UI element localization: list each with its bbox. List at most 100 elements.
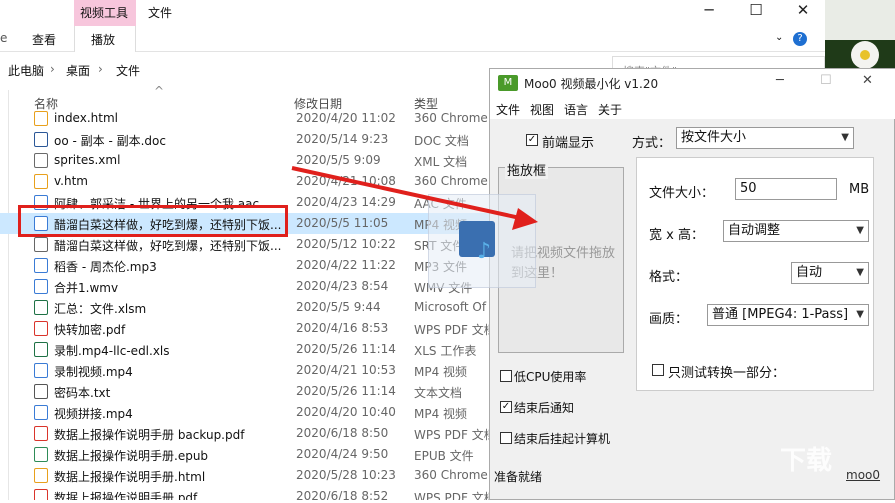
file-row[interactable]: 稻香 - 周杰伦.mp32020/4/22 11:22MP3 文件 — [0, 255, 490, 276]
watermark: 下载 — [780, 446, 833, 476]
file-type: 360 Chrome — [414, 111, 488, 125]
file-name: 合并1.wmv — [54, 281, 119, 295]
pdf-icon — [34, 426, 48, 441]
format-select[interactable]: 自动 ▼ — [791, 262, 869, 284]
format-label: 格式： — [649, 270, 689, 285]
file-row[interactable]: 醋溜白菜这样做，好吃到爆，还特别下饭... 2020/5/12 10:22 SRT … — [0, 234, 490, 255]
file-row[interactable]: 汇总：文件.xlsm 2020/5/5 9:44 Microsoft Of — [0, 297, 490, 318]
wh-select[interactable]: 自动调整 ▼ — [723, 220, 869, 242]
moo0-logo-icon: M — [498, 75, 518, 91]
file-row[interactable]: 视频拼接.mp4 2020/4/20 10:40 MP4 视频 — [0, 402, 490, 423]
minimize-button[interactable]: ─ — [686, 0, 732, 22]
breadcrumb-folder[interactable]: 文件 — [116, 62, 140, 79]
method-select[interactable]: 按文件大小 ▼ — [676, 127, 854, 149]
breadcrumb-desktop[interactable]: 桌面 — [66, 62, 90, 79]
menu-file[interactable]: 文件 — [496, 101, 520, 118]
file-row[interactable]: sprites.xml 2020/5/5 9:09 XML 文档 — [0, 150, 490, 171]
chrome-icon — [34, 111, 48, 126]
file-date: 2020/5/28 10:23 — [296, 468, 396, 482]
file-type: DOC 文档 — [414, 134, 469, 148]
tab-view[interactable]: 查看 — [32, 31, 56, 48]
file-row[interactable]: index.html 2020/4/20 11:02 360 Chrome — [0, 108, 490, 129]
file-date: 2020/4/20 11:02 — [296, 111, 396, 125]
test-part-checkbox[interactable] — [652, 364, 664, 376]
breadcrumb-this-pc[interactable]: 此电脑 — [8, 62, 44, 79]
file-date: 2020/4/21 10:08 — [296, 174, 396, 188]
file-date: 2020/4/16 8:53 — [296, 321, 389, 335]
file-name: index.html — [54, 111, 118, 125]
file-row[interactable]: 合并1.wmv 2020/4/23 8:54 WMV 文件 — [0, 276, 490, 297]
file-row[interactable]: 录制.mp4-llc-edl.xls 2020/5/26 11:14 XLS 工作表 — [0, 339, 490, 360]
file-row[interactable]: 数据上报操作说明手册.pdf 2020/6/18 8:52 WPS PDF 文档 — [0, 486, 496, 500]
menu-view[interactable]: 视图 — [530, 101, 554, 118]
highlight-box — [18, 205, 288, 237]
file-name: 密码本.txt — [54, 386, 111, 400]
settings-panel: 文件大小： 50 MB 宽 x 高： 自动调整 ▼ 格式： 自动 ▼ 画质： 普通 … — [636, 157, 874, 391]
suspend-end-label: 结束后挂起计算机 — [514, 432, 611, 446]
file-date: 2020/4/23 8:54 — [296, 279, 389, 293]
method-label: 方式： — [632, 136, 672, 151]
chevron-right-icon: › — [50, 62, 55, 76]
sort-up-icon: ^ — [154, 84, 165, 98]
close-button[interactable]: ✕ — [780, 0, 825, 22]
file-type: 文本文档 — [414, 386, 463, 400]
file-date: 2020/5/26 11:14 — [296, 384, 396, 398]
file-name: 录制视频.mp4 — [54, 365, 133, 379]
file-name: 稻香 - 周杰伦.mp3 — [54, 260, 157, 274]
mp3-icon — [34, 258, 48, 273]
notify-end-label: 结束后通知 — [514, 401, 575, 415]
file-type: XLS 工作表 — [414, 344, 477, 358]
file-date: 2020/5/14 9:23 — [296, 132, 389, 146]
xls-icon — [34, 342, 48, 357]
menu-about[interactable]: 关于 — [598, 101, 622, 118]
quality-label: 画质： — [649, 312, 689, 327]
file-date: 2020/6/18 8:52 — [296, 489, 389, 500]
menu-language[interactable]: 语言 — [564, 101, 588, 118]
quality-select[interactable]: 普通 [MPEG4: 1-Pass] ▼ — [707, 304, 869, 326]
pdf-icon — [34, 489, 48, 500]
tab-file[interactable]: 文件 — [148, 4, 172, 21]
maximize-button[interactable]: ☐ — [733, 0, 779, 22]
file-date: 2020/4/23 14:29 — [296, 195, 396, 209]
video-icon — [34, 405, 48, 420]
file-row[interactable]: 录制视频.mp4 2020/4/21 10:53 MP4 视频 — [0, 360, 490, 381]
tab-partial: e — [0, 31, 8, 45]
file-type: Microsoft Of — [414, 300, 487, 314]
address-bar[interactable]: 此电脑 › 桌面 › 文件 — [0, 56, 478, 82]
srt-icon — [34, 237, 48, 252]
file-row[interactable]: 数据上报操作说明手册.html 2020/5/28 10:23 360 Chrome — [0, 465, 490, 486]
pdf-icon — [34, 321, 48, 336]
file-row[interactable]: oo - 副本 - 副本.doc 2020/5/14 9:23 DOC 文档 — [0, 129, 490, 150]
file-date: 2020/4/20 10:40 — [296, 405, 396, 419]
suspend-end-checkbox[interactable] — [500, 432, 512, 444]
app-title-bar[interactable]: M Moo0 视频最小化 v1.20 ─ ☐ ✕ — [490, 69, 895, 97]
file-type: WPS PDF 文档 — [414, 428, 496, 442]
file-date: 2020/4/24 9:50 — [296, 447, 389, 461]
file-name: 数据上报操作说明手册 backup.pdf — [54, 428, 245, 442]
chevron-down-icon[interactable]: ⌄ — [775, 32, 783, 43]
file-row[interactable]: 密码本.txt 2020/5/26 11:14 文本文档 — [0, 381, 490, 402]
file-row[interactable]: 数据上报操作说明手册 backup.pdf 2020/6/18 8:50 WPS P… — [0, 423, 496, 444]
file-type: 360 Chrome — [414, 174, 488, 188]
size-input[interactable]: 50 — [735, 178, 837, 200]
tab-play[interactable]: 播放 — [74, 26, 136, 52]
low-cpu-checkbox[interactable] — [500, 370, 512, 382]
size-unit: MB — [849, 182, 870, 197]
file-name: 醋溜白菜这样做，好吃到爆，还特别下饭... — [54, 239, 282, 253]
file-date: 2020/5/5 11:05 — [296, 216, 389, 230]
notify-end-checkbox[interactable]: ✓ — [500, 401, 512, 413]
app-close-button[interactable]: ✕ — [862, 73, 873, 88]
status-text: 准备就绪 — [494, 470, 543, 484]
chevron-down-icon: ▼ — [841, 132, 849, 143]
help-icon[interactable]: ? — [793, 32, 807, 46]
drag-preview: ♪ — [428, 194, 536, 288]
epub-icon — [34, 447, 48, 462]
file-row[interactable]: v.htm 2020/4/21 10:08 360 Chrome — [0, 171, 490, 192]
front-display-checkbox[interactable]: ✓ — [526, 134, 538, 146]
wmv-icon — [34, 279, 48, 294]
size-label: 文件大小： — [649, 186, 715, 201]
app-minimize-button[interactable]: ─ — [776, 73, 784, 88]
file-row[interactable]: 快转加密.pdf 2020/4/16 8:53 WPS PDF 文档 — [0, 318, 496, 339]
file-name: oo - 副本 - 副本.doc — [54, 134, 166, 148]
file-row[interactable]: 数据上报操作说明手册.epub 2020/4/24 9:50 EPUB 文件 — [0, 444, 490, 465]
